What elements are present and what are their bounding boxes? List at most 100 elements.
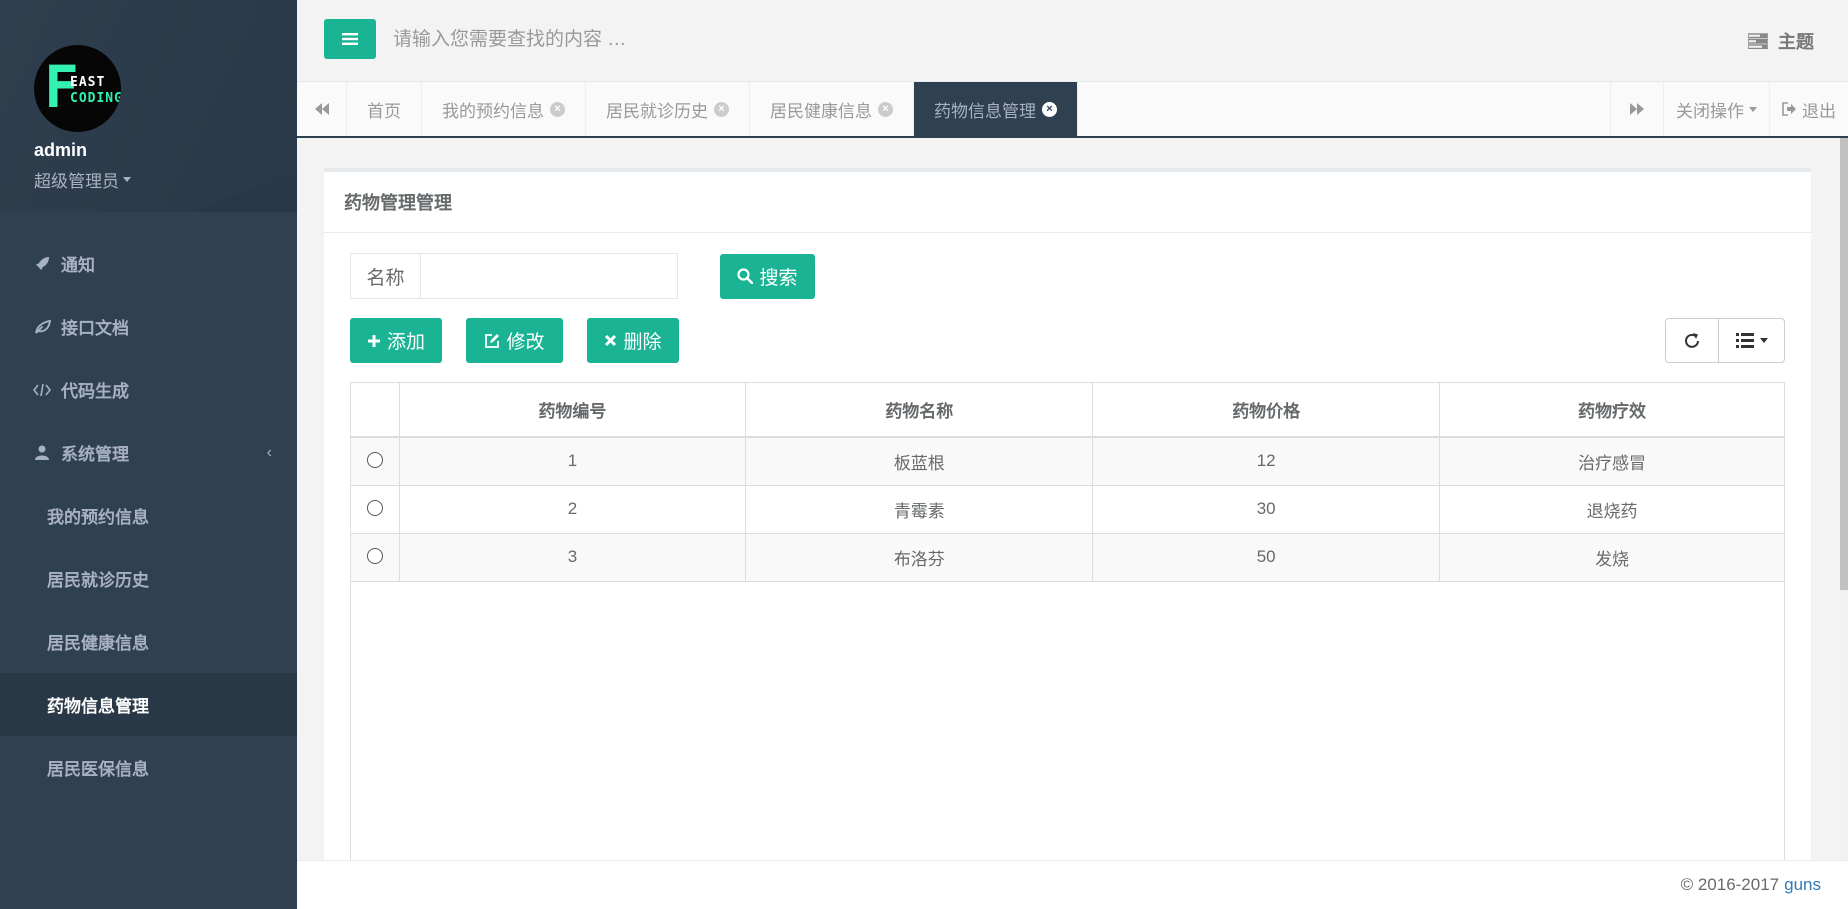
table-row[interactable]: 1 板蓝根 12 治疗感冒 <box>351 437 1784 486</box>
sidebar-subitem-insurance-info[interactable]: 居民医保信息 <box>0 736 297 799</box>
tasks-icon <box>1748 33 1768 49</box>
columns-toggle-button[interactable] <box>1719 318 1785 363</box>
row-radio[interactable] <box>366 499 383 516</box>
table-row[interactable]: 2 青霉素 30 退烧药 <box>351 485 1784 534</box>
drug-management-panel: 药物管理管理 名称 搜索 添加 修改 删除 药物编号 药物名称 药物价格 药物疗… <box>324 168 1811 860</box>
logo-text-line2: CODING <box>70 91 121 106</box>
close-icon[interactable]: × <box>550 101 565 117</box>
user-icon <box>33 445 51 460</box>
sign-out-icon <box>1782 102 1796 116</box>
content-area: 药物管理管理 名称 搜索 添加 修改 删除 药物编号 药物名称 药物价格 药物疗… <box>297 138 1848 860</box>
action-toolbar: 添加 修改 删除 <box>350 318 679 363</box>
table-cell: 布洛芬 <box>745 533 1094 582</box>
top-navbar: 主题 <box>297 0 1848 82</box>
chevron-left-icon: ‹ <box>266 443 272 461</box>
sidebar-item-code-gen[interactable]: 代码生成 <box>0 358 297 421</box>
double-chevron-right-icon <box>1630 103 1644 115</box>
search-button[interactable]: 搜索 <box>720 253 815 299</box>
footer: © 2016-2017 guns <box>297 860 1848 909</box>
sidebar-item-api-docs[interactable]: 接口文档 <box>0 295 297 358</box>
logout-button[interactable]: 退出 <box>1769 82 1848 136</box>
plus-icon <box>367 334 380 347</box>
column-header-drug-name[interactable]: 药物名称 <box>745 383 1094 438</box>
add-button-label: 添加 <box>386 332 425 353</box>
sidebar: F EAST CODING admin 超级管理员 通知 接口文档 代码生成 系… <box>0 0 297 909</box>
column-header-drug-price[interactable]: 药物价格 <box>1092 383 1441 438</box>
page-tabs: 首页 我的预约信息 × 居民就诊历史 × 居民健康信息 × 药物信息管理 × <box>347 82 1078 136</box>
tab-health-info[interactable]: 居民健康信息 × <box>750 82 914 136</box>
tab-visit-history[interactable]: 居民就诊历史 × <box>586 82 750 136</box>
close-icon[interactable]: × <box>714 101 729 117</box>
user-role-label: 超级管理员 <box>34 172 119 191</box>
close-operations-dropdown[interactable]: 关闭操作 <box>1663 82 1769 136</box>
row-select-cell <box>351 437 400 486</box>
table-cell: 2 <box>399 485 747 534</box>
tab-home[interactable]: 首页 <box>347 82 422 136</box>
profile-header: F EAST CODING admin 超级管理员 <box>0 0 297 212</box>
sidebar-subitem-health-info[interactable]: 居民健康信息 <box>0 610 297 673</box>
global-search-input[interactable] <box>393 22 993 58</box>
sidebar-item-label: 接口文档 <box>61 319 129 338</box>
table-cell: 退烧药 <box>1439 485 1784 534</box>
close-icon[interactable]: × <box>878 101 893 117</box>
content-scrollbar[interactable] <box>1840 138 1848 860</box>
table-cell: 发烧 <box>1439 533 1784 582</box>
row-radio[interactable] <box>366 451 383 468</box>
tabs-scroll-left-button[interactable] <box>297 82 347 136</box>
name-search-input[interactable] <box>421 254 677 298</box>
search-form: 名称 搜索 <box>350 253 815 299</box>
sidebar-item-system[interactable]: 系统管理 ‹ <box>0 421 297 484</box>
tabs-bar: 首页 我的预约信息 × 居民就诊历史 × 居民健康信息 × 药物信息管理 × 关… <box>297 82 1848 138</box>
delete-button[interactable]: 删除 <box>587 318 679 363</box>
table-cell: 板蓝根 <box>745 437 1094 486</box>
theme-button[interactable]: 主题 <box>1748 28 1814 54</box>
sidebar-subitem-visit-history[interactable]: 居民就诊历史 <box>0 547 297 610</box>
tab-label: 居民健康信息 <box>770 101 872 121</box>
table-row[interactable]: 3 布洛芬 50 发烧 <box>351 533 1784 582</box>
search-icon <box>737 268 754 284</box>
column-header-drug-id[interactable]: 药物编号 <box>399 383 747 438</box>
table-cell: 青霉素 <box>745 485 1094 534</box>
column-header-drug-effect[interactable]: 药物疗效 <box>1439 383 1784 438</box>
table-cell: 1 <box>399 437 747 486</box>
sidebar-subitem-label: 药物信息管理 <box>47 697 149 716</box>
edit-button[interactable]: 修改 <box>466 318 563 363</box>
rocket-icon <box>33 256 51 271</box>
sidebar-subitem-drug-management[interactable]: 药物信息管理 <box>0 673 297 736</box>
sidebar-subitem-label: 居民健康信息 <box>47 634 149 653</box>
code-icon <box>33 383 51 397</box>
name-field-label: 名称 <box>351 254 421 298</box>
table-cell: 治疗感冒 <box>1439 437 1784 486</box>
drug-table: 药物编号 药物名称 药物价格 药物疗效 1 板蓝根 12 治疗感冒 2 青霉素 … <box>350 382 1785 860</box>
caret-down-icon <box>123 177 131 182</box>
logo-text-line1: EAST <box>70 75 106 90</box>
table-cell: 30 <box>1092 485 1441 534</box>
user-role-dropdown[interactable]: 超级管理员 <box>34 167 297 192</box>
add-button[interactable]: 添加 <box>350 318 442 363</box>
edit-icon <box>485 333 500 348</box>
name-input-group: 名称 <box>350 253 678 299</box>
sidebar-subitem-label: 居民医保信息 <box>47 760 149 779</box>
footer-link[interactable]: guns <box>1784 875 1821 895</box>
scrollbar-thumb[interactable] <box>1840 138 1848 590</box>
hamburger-icon <box>342 33 358 45</box>
table-tools <box>1665 318 1785 363</box>
caret-down-icon <box>1759 338 1768 343</box>
close-icon[interactable]: × <box>1042 101 1057 117</box>
tab-label: 我的预约信息 <box>442 101 544 121</box>
tab-drug-management[interactable]: 药物信息管理 × <box>914 82 1078 136</box>
edit-button-label: 修改 <box>506 332 545 353</box>
tab-label: 药物信息管理 <box>934 101 1036 121</box>
search-button-label: 搜索 <box>759 267 798 289</box>
sidebar-subitem-my-appointments[interactable]: 我的预约信息 <box>0 484 297 547</box>
tabs-scroll-right-button[interactable] <box>1610 82 1663 136</box>
sidebar-item-notice[interactable]: 通知 <box>0 232 297 295</box>
tab-my-appointments[interactable]: 我的预约信息 × <box>422 82 586 136</box>
row-radio[interactable] <box>366 547 383 564</box>
menu-toggle-button[interactable] <box>324 19 376 59</box>
select-column-header <box>351 383 400 438</box>
tab-label: 居民就诊历史 <box>606 101 708 121</box>
sidebar-menu: 通知 接口文档 代码生成 系统管理 ‹ 我的预约信息 居民就诊历史 居民健康信息… <box>0 232 297 799</box>
refresh-button[interactable] <box>1665 318 1719 363</box>
table-cell: 50 <box>1092 533 1441 582</box>
